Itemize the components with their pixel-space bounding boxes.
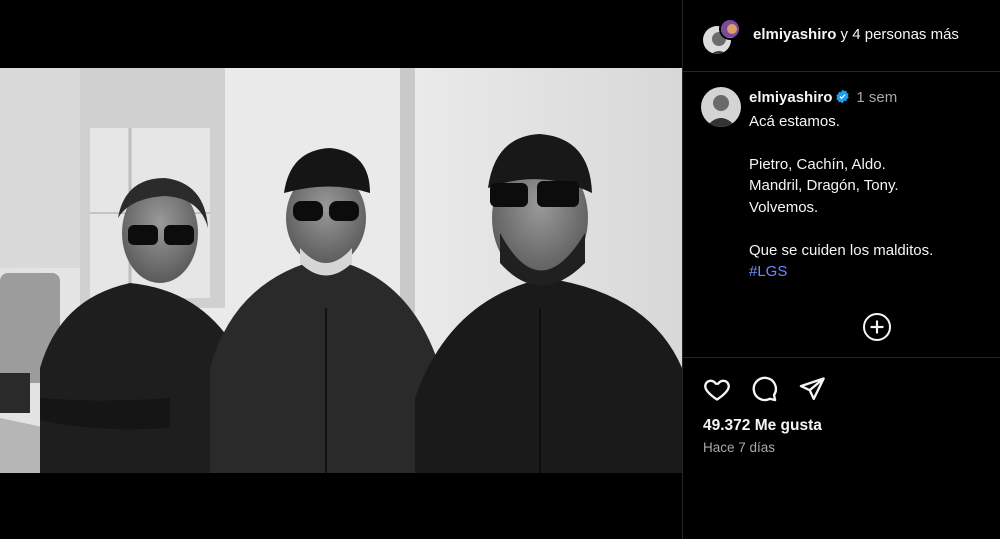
like-count[interactable]: 49.372 Me gusta	[703, 417, 822, 435]
caption-username[interactable]: elmiyashiro	[749, 89, 832, 106]
post-actions: 49.372 Me gusta Hace 7 días	[683, 358, 1000, 539]
post-media[interactable]	[0, 0, 682, 539]
post-photo[interactable]	[0, 68, 682, 473]
paper-plane-icon[interactable]	[798, 375, 826, 403]
heart-icon[interactable]	[703, 375, 731, 403]
caption-line: Acá estamos.	[749, 112, 840, 130]
comment-bubble-icon[interactable]	[750, 375, 778, 403]
caption-line	[749, 132, 989, 154]
header-others[interactable]: y 4 personas más	[841, 26, 959, 43]
header-username[interactable]: elmiyashiro	[753, 26, 836, 43]
post-sidebar: elmiyashiro y 4 personas más elmiyashiro…	[682, 0, 1000, 539]
verified-badge-icon	[835, 89, 850, 111]
header-title: elmiyashiro y 4 personas más	[753, 26, 959, 43]
caption-section: elmiyashiro 1 sem Acá estamos. Pietro, Ca…	[683, 72, 1000, 358]
post-header: elmiyashiro y 4 personas más	[683, 0, 1000, 72]
caption-line: Pietro, Cachín, Aldo.	[749, 155, 886, 173]
avatar	[719, 18, 741, 40]
post-date[interactable]: Hace 7 días	[703, 440, 775, 455]
caption-line: Volvemos.	[749, 198, 819, 216]
hashtag-link[interactable]: #LGS	[749, 261, 989, 283]
caption-line	[749, 218, 989, 240]
caption-meta: elmiyashiro 1 sem	[749, 87, 989, 111]
caption-body: elmiyashiro 1 sem Acá estamos. Pietro, Ca…	[749, 87, 989, 283]
caption-line: Que se cuiden los malditos.	[749, 241, 934, 259]
avatar[interactable]	[701, 87, 741, 127]
plus-circle-icon[interactable]	[862, 312, 892, 342]
caption-line: Mandril, Dragón, Tony.	[749, 177, 899, 194]
collab-avatars[interactable]	[701, 18, 741, 58]
post-time[interactable]: 1 sem	[856, 89, 897, 106]
